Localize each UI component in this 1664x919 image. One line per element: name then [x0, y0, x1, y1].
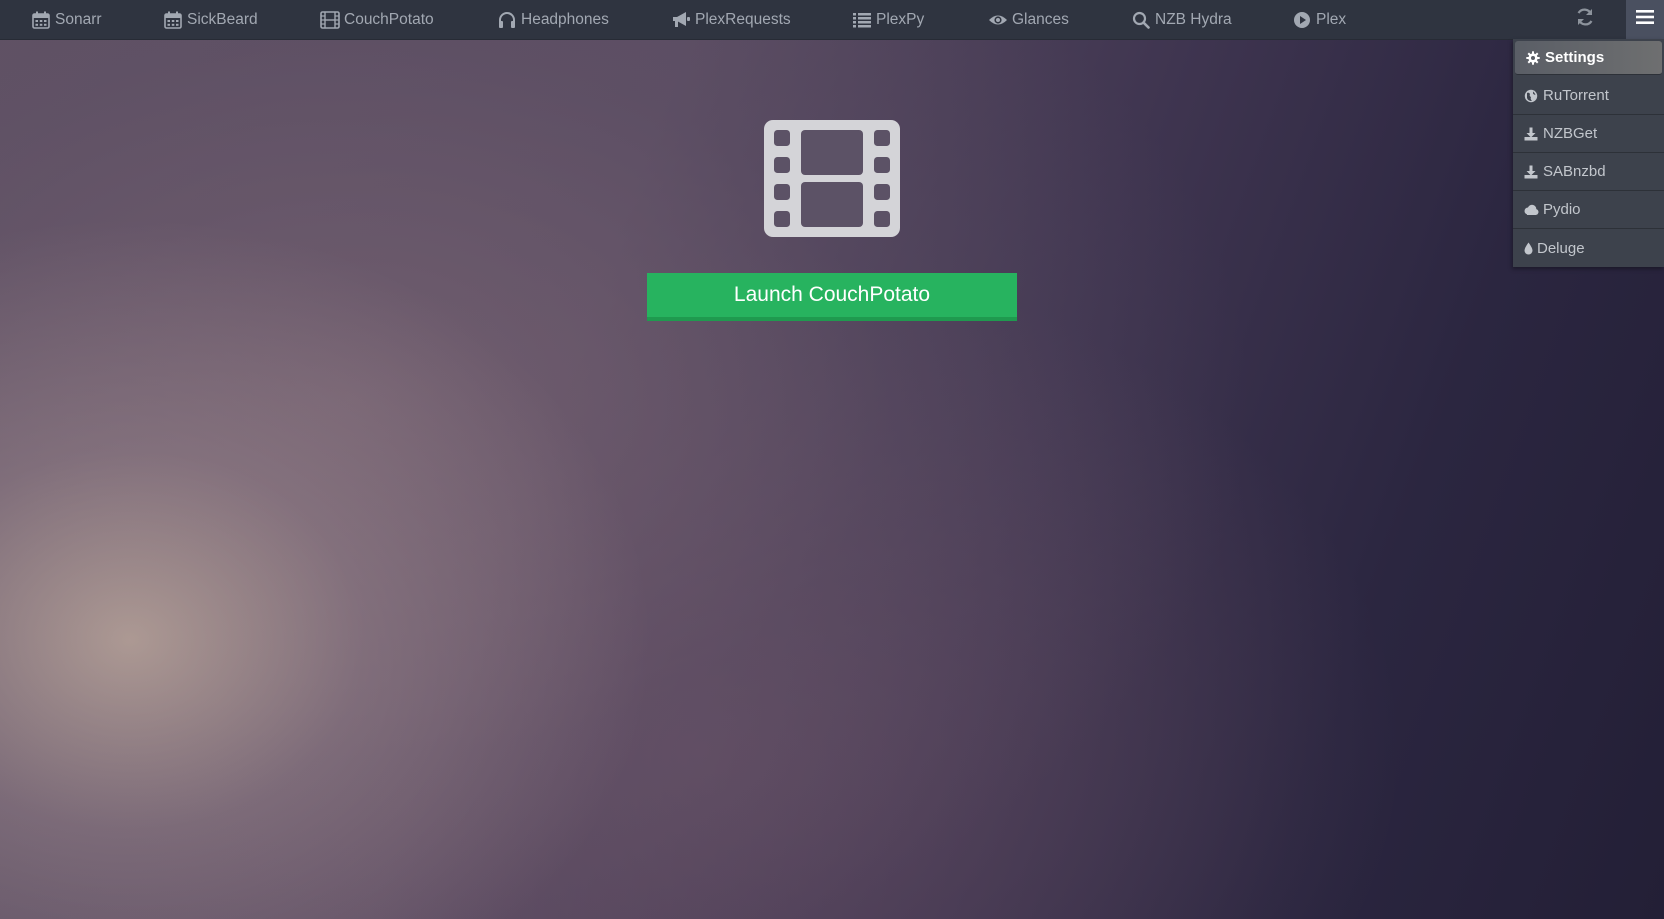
- dropdown-menu: Settings RuTorrent NZBGet SABnzbd Pydio …: [1513, 39, 1664, 267]
- nav-item-headphones[interactable]: Headphones: [497, 0, 609, 39]
- film-icon: [764, 120, 900, 237]
- bullhorn-icon: [671, 10, 691, 30]
- nav-item-label: Glances: [1012, 10, 1069, 28]
- droplet-icon: [1523, 240, 1533, 256]
- dropdown-item-label: Deluge: [1537, 239, 1585, 257]
- eye-icon: [988, 10, 1008, 30]
- dropdown-item-label: Pydio: [1543, 201, 1581, 218]
- nav-item-label: NZB Hydra: [1155, 10, 1232, 28]
- hamburger-menu-icon: [1635, 9, 1655, 30]
- nav-item-label: Plex: [1316, 10, 1347, 28]
- list-icon: [852, 10, 872, 30]
- nav-item-plexrequests[interactable]: PlexRequests: [671, 0, 791, 39]
- gear-icon: [1525, 50, 1541, 66]
- headphones-icon: [497, 10, 517, 30]
- nav-item-label: SickBeard: [187, 10, 258, 28]
- cloud-icon: [1523, 202, 1539, 218]
- dropdown-item-settings[interactable]: Settings: [1515, 41, 1662, 75]
- download-icon: [1523, 164, 1539, 180]
- nav-item-label: Sonarr: [55, 10, 102, 28]
- play-circle-icon: [1292, 10, 1312, 30]
- dropdown-item-sabnzbd[interactable]: SABnzbd: [1513, 153, 1664, 191]
- dropdown-item-deluge[interactable]: Deluge: [1513, 229, 1664, 267]
- hamburger-menu-button[interactable]: [1626, 0, 1664, 39]
- nav-item-label: PlexPy: [876, 10, 925, 28]
- download-icon: [1523, 126, 1539, 142]
- dropdown-item-nzbget[interactable]: NZBGet: [1513, 115, 1664, 153]
- nav-item-label: Headphones: [521, 10, 609, 28]
- globe-icon: [1523, 88, 1539, 104]
- nav-item-label: CouchPotato: [344, 10, 434, 28]
- top-navigation-bar: Sonarr SickBeard CouchPotato Headphones …: [0, 0, 1664, 40]
- dropdown-item-label: SABnzbd: [1543, 163, 1606, 180]
- refresh-button[interactable]: [1570, 0, 1600, 39]
- nav-item-glances[interactable]: Glances: [988, 0, 1069, 39]
- refresh-icon: [1575, 7, 1595, 32]
- calendar-icon: [31, 10, 51, 30]
- nav-item-sonarr[interactable]: Sonarr: [31, 0, 102, 39]
- nav-item-sickbeard[interactable]: SickBeard: [163, 0, 258, 39]
- search-icon: [1131, 10, 1151, 30]
- dropdown-item-label: NZBGet: [1543, 125, 1598, 142]
- nav-item-plexpy[interactable]: PlexPy: [852, 0, 924, 39]
- film-icon: [320, 10, 340, 30]
- dropdown-item-rutorrent[interactable]: RuTorrent: [1513, 77, 1664, 115]
- nav-item-couchpotato[interactable]: CouchPotato: [320, 0, 434, 39]
- launch-couchpotato-button[interactable]: Launch CouchPotato: [647, 273, 1017, 321]
- dropdown-item-pydio[interactable]: Pydio: [1513, 191, 1664, 229]
- nav-item-nzb-hydra[interactable]: NZB Hydra: [1131, 0, 1232, 39]
- nav-item-plex[interactable]: Plex: [1292, 0, 1346, 39]
- nav-item-label: PlexRequests: [695, 10, 791, 28]
- dropdown-item-label: Settings: [1545, 49, 1605, 66]
- calendar-icon: [163, 10, 183, 30]
- dropdown-item-label: RuTorrent: [1543, 87, 1609, 104]
